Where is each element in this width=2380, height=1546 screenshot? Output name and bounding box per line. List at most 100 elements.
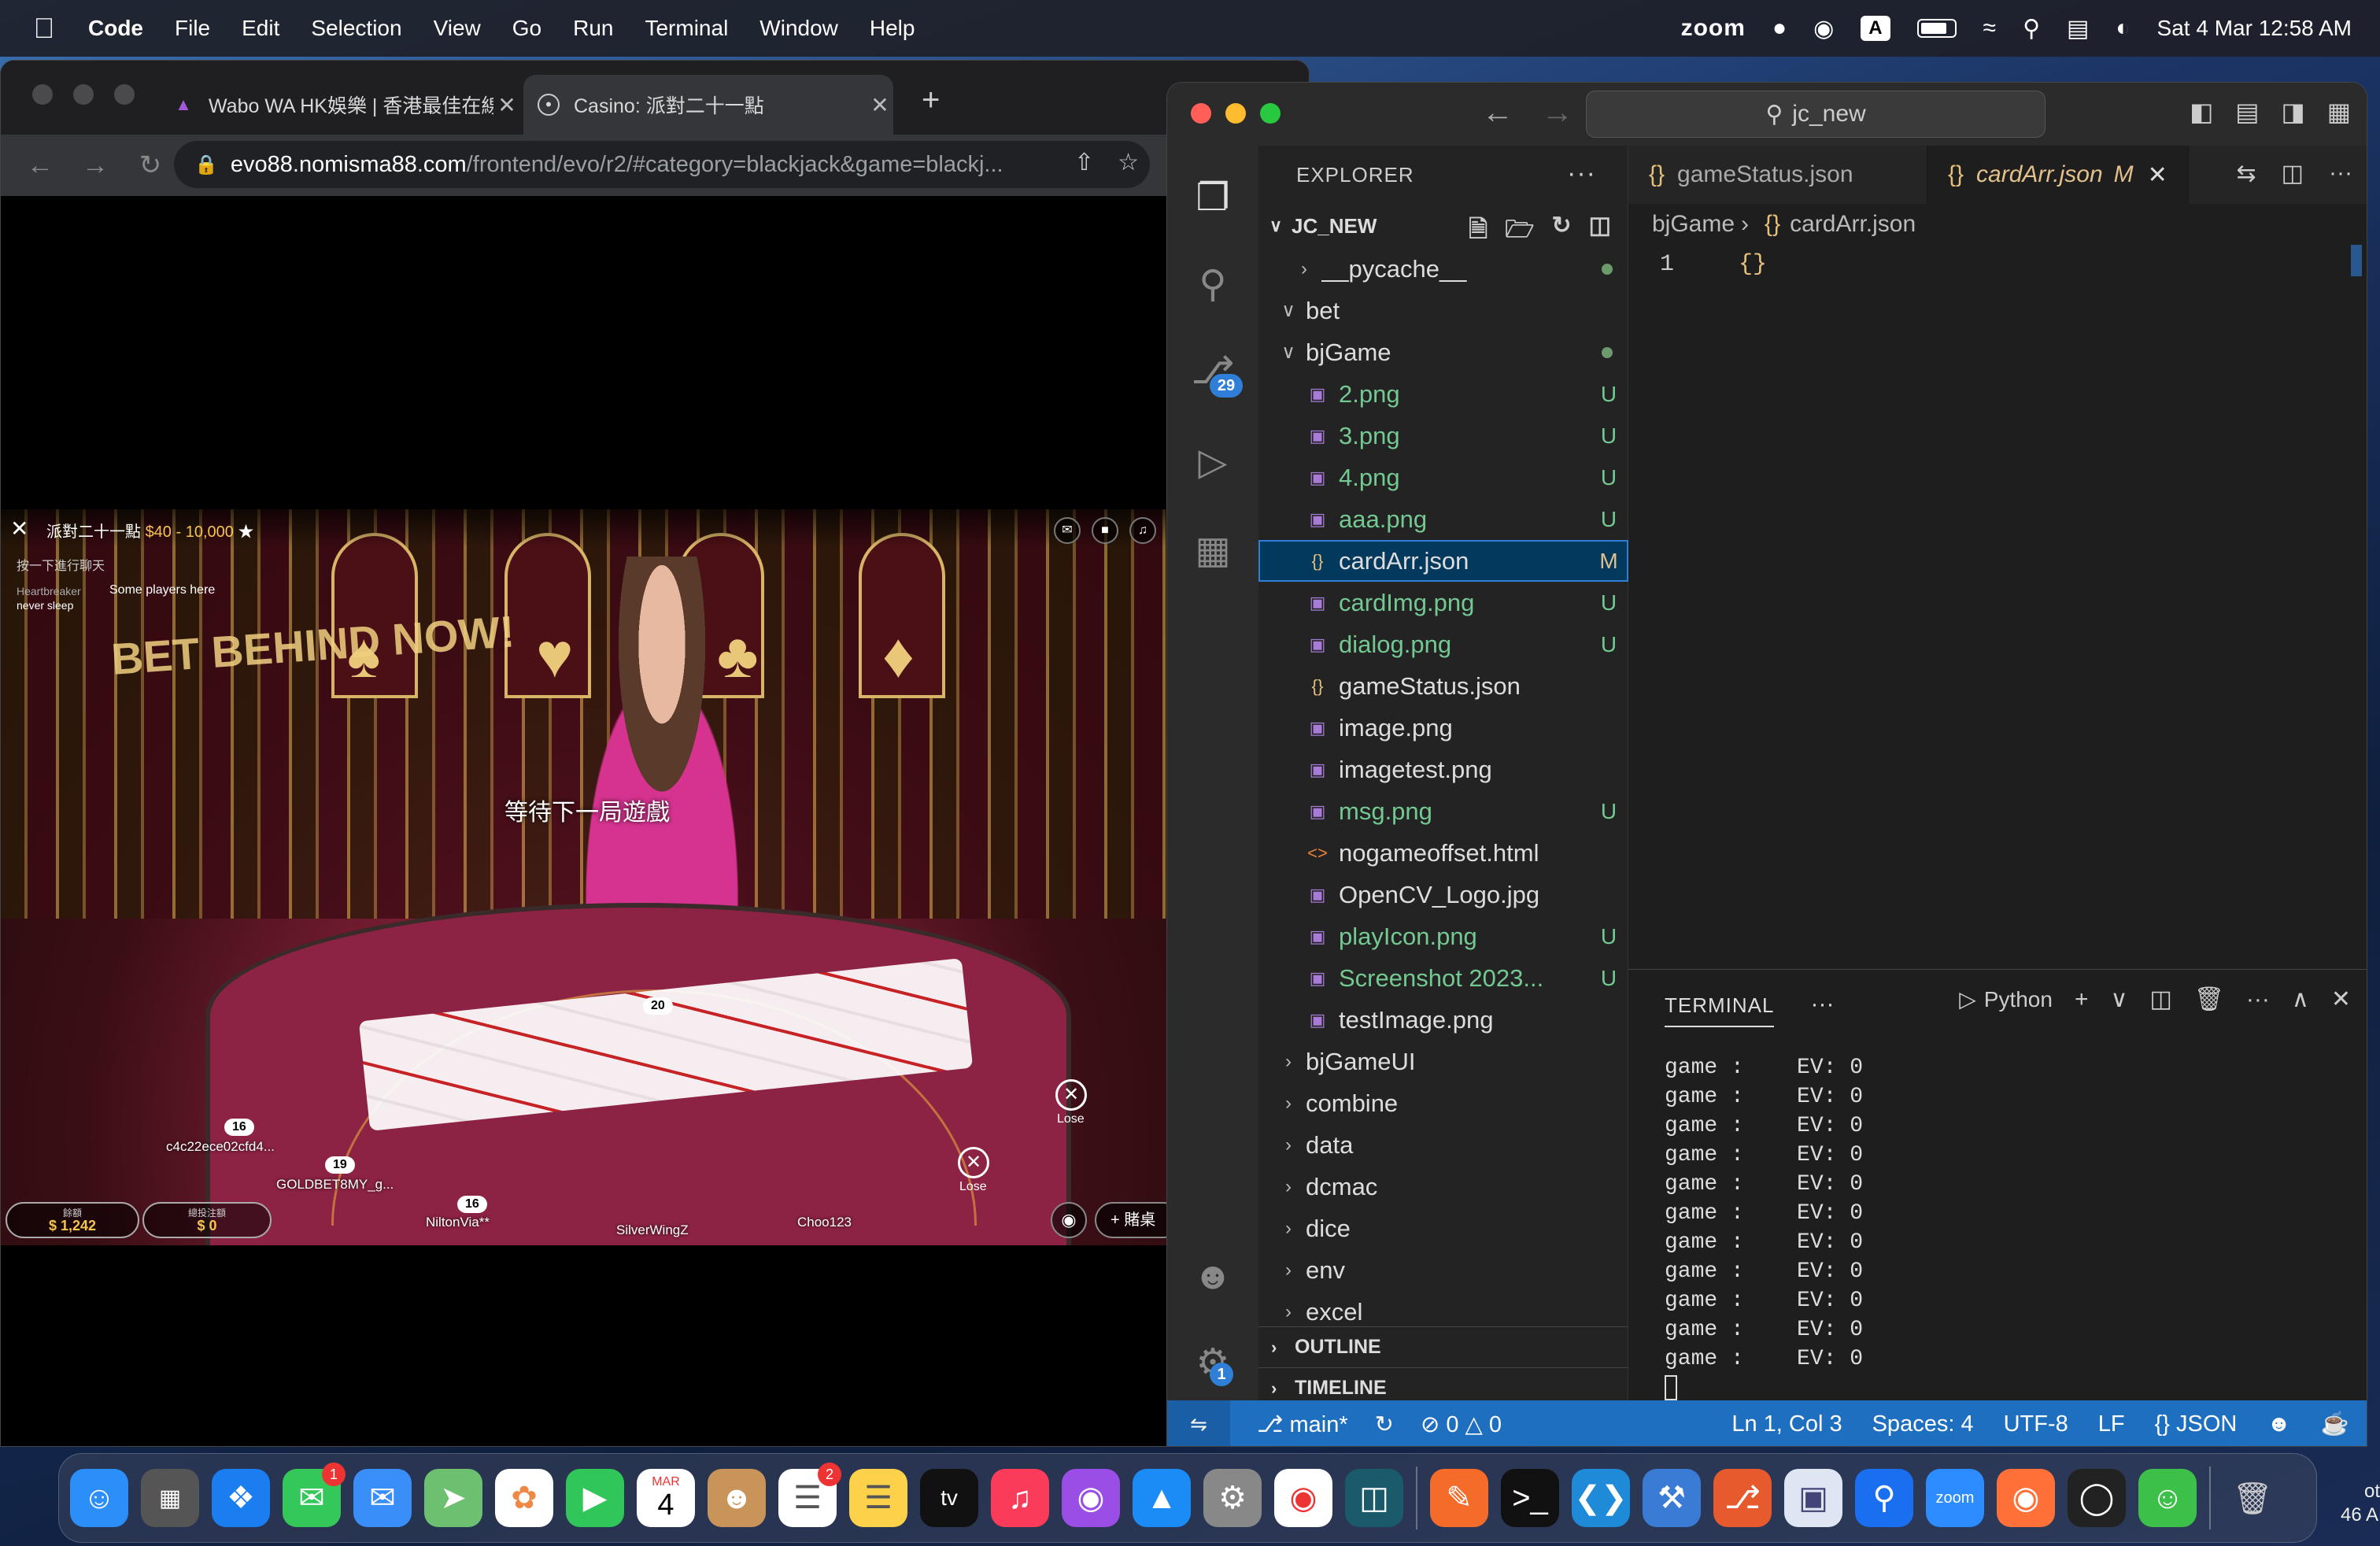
close-panel-icon[interactable]: ✕ [2331, 986, 2351, 1013]
command-center-search[interactable]: ⚲ jc_new [1586, 91, 2046, 138]
git-branch[interactable]: ⎇ main* [1257, 1411, 1348, 1438]
finder-icon[interactable]: ☺ [70, 1469, 128, 1527]
terminal-output[interactable]: game : EV: 0 game : EV: 0 game : EV: 0 game… [1665, 1053, 1863, 1403]
back-arrow-icon[interactable]: ← [24, 150, 56, 181]
reminders-icon[interactable]: ☰ 2 [778, 1463, 841, 1527]
close-window-button[interactable] [32, 84, 53, 105]
split-terminal-icon[interactable]: ◫ [2149, 986, 2171, 1013]
more-actions-icon[interactable]: ··· [2246, 986, 2270, 1013]
tree-item[interactable]: ∨ bjGame [1258, 331, 1628, 373]
browser-tab-casino[interactable]: • Casino: 派對二十一點 ✕ [523, 75, 893, 135]
tree-item[interactable]: ▣ 2.png U [1258, 373, 1628, 415]
tree-item[interactable]: ▣ testImage.png [1258, 999, 1628, 1041]
end-of-line[interactable]: LF [2098, 1411, 2125, 1437]
tree-item[interactable]: › dcmac [1258, 1166, 1628, 1208]
customize-layout-icon[interactable]: ▦ [2327, 97, 2351, 127]
terminal-profile[interactable]: ▷ Python [1959, 986, 2053, 1012]
pin-app-icon[interactable]: ⚲ [1855, 1469, 1913, 1527]
chevron-down-icon[interactable]: ∨ [2110, 986, 2127, 1013]
notes-icon[interactable]: ☰ [849, 1469, 907, 1527]
zoom-window-button[interactable] [1260, 103, 1281, 124]
minimize-window-button[interactable] [73, 84, 94, 105]
siri-icon[interactable]: ◐ [2116, 15, 2130, 42]
calendar-icon[interactable]: MAR 4 [637, 1469, 695, 1527]
menu-help[interactable]: Help [870, 16, 915, 41]
tree-item[interactable]: › dice [1258, 1208, 1628, 1249]
feedback-icon[interactable]: ☻ [2267, 1411, 2291, 1437]
url-bar[interactable]: 🔒 evo88.nomisma88.com/frontend/evo/r2/#c… [174, 141, 1150, 188]
menu-go[interactable]: Go [512, 16, 541, 41]
explorer-files-icon[interactable]: ❐ [1184, 169, 1241, 226]
menu-file[interactable]: File [175, 16, 210, 41]
tree-item[interactable]: ▣ dialog.png U [1258, 623, 1628, 665]
contacts-icon[interactable]: ☻ [708, 1469, 766, 1527]
tree-item[interactable]: {} cardArr.json M [1258, 540, 1628, 582]
photos-icon[interactable]: ✿ [495, 1469, 553, 1527]
music-icon[interactable]: ♫ [991, 1469, 1049, 1527]
menu-edit[interactable]: Edit [242, 16, 279, 41]
toggle-secondary-sidebar-icon[interactable]: ◨ [2282, 97, 2305, 127]
share-icon[interactable]: ⇧ [1074, 149, 1094, 176]
tree-item[interactable]: ∨ bet [1258, 290, 1628, 331]
mail-icon[interactable]: ✉ [353, 1469, 412, 1527]
more-actions-icon[interactable]: ··· [1567, 158, 1596, 189]
messages-icon[interactable]: ✉ 1 [283, 1463, 346, 1527]
maps-icon[interactable]: ➤ [424, 1469, 482, 1527]
terminal-icon[interactable]: >_ [1501, 1469, 1559, 1527]
tree-item[interactable]: {} gameStatus.json [1258, 665, 1628, 707]
tree-item[interactable]: › combine [1258, 1082, 1628, 1124]
chrome-icon[interactable]: ◉ [1274, 1469, 1332, 1527]
cursor-position[interactable]: Ln 1, Col 3 [1731, 1411, 1842, 1437]
run-debug-icon[interactable]: ▷ [1184, 434, 1241, 490]
reload-icon[interactable]: ↻ [135, 150, 166, 181]
trash-icon[interactable]: 🗑 [2194, 986, 2224, 1013]
tree-item[interactable]: ▣ 4.png U [1258, 457, 1628, 498]
tree-item[interactable]: ▣ OpenCV_Logo.jpg [1258, 874, 1628, 915]
close-tab-icon[interactable]: ✕ [2148, 161, 2168, 189]
tree-item[interactable]: › __pycache__ [1258, 248, 1628, 290]
close-tab-icon[interactable]: ✕ [493, 92, 520, 118]
tree-item[interactable]: ▣ cardImg.png U [1258, 582, 1628, 623]
wechat-status-icon[interactable]: ● [1772, 15, 1787, 42]
toggle-sidebar-icon[interactable]: ◧ [2190, 97, 2213, 127]
browser-tab-wabo[interactable]: ▲ Wabo WA HK娛樂 | 香港最佳在線 ✕ [158, 75, 520, 135]
close-game-icon[interactable]: ✕ [10, 516, 28, 542]
split-editor-icon[interactable]: ◫ [2282, 160, 2304, 187]
xcode-icon[interactable]: ⚒ [1643, 1469, 1701, 1527]
menu-run[interactable]: Run [573, 16, 613, 41]
tree-item[interactable]: ▣ image.png [1258, 707, 1628, 749]
bookmark-star-icon[interactable]: ☆ [1118, 149, 1139, 176]
forward-arrow-icon[interactable]: → [1542, 95, 1573, 131]
apple-icon[interactable]:  [28, 12, 60, 44]
more-actions-icon[interactable]: ··· [2329, 160, 2352, 187]
new-tab-plus-icon[interactable]: + [922, 83, 940, 118]
menu-terminal[interactable]: Terminal [645, 16, 728, 41]
zoom-app-icon[interactable]: zoom [1926, 1469, 1984, 1527]
extensions-icon[interactable]: ▦ [1184, 522, 1241, 579]
launchpad-icon[interactable]: ▦ [141, 1469, 199, 1527]
encoding[interactable]: UTF-8 [2004, 1411, 2068, 1437]
safari-icon[interactable]: ❖ [212, 1469, 270, 1527]
zoom-status-icon[interactable]: zoom [1681, 15, 1746, 42]
collapse-all-icon[interactable]: ◫ [1589, 212, 1611, 252]
problems-indicator[interactable]: ⊘ 0 △ 0 [1421, 1411, 1502, 1438]
sync-icon[interactable]: ↻ [1375, 1411, 1394, 1438]
back-arrow-icon[interactable]: ← [1482, 95, 1513, 131]
tree-item[interactable]: ▣ Screenshot 2023... U [1258, 957, 1628, 999]
more-panel-tabs-icon[interactable]: ··· [1810, 991, 1834, 1018]
refresh-icon[interactable]: ↻ [1552, 212, 1572, 252]
trash-icon[interactable]: 🗑 [2223, 1469, 2282, 1527]
outline-section[interactable]: › OUTLINE [1258, 1326, 1628, 1367]
podcasts-icon[interactable]: ◉ [1062, 1469, 1120, 1527]
zoom-window-button[interactable] [114, 84, 135, 105]
tree-item[interactable]: ▣ imagetest.png [1258, 749, 1628, 790]
new-folder-icon[interactable]: 🗁 [1505, 212, 1534, 252]
system-settings-icon[interactable]: ⚙ [1203, 1469, 1262, 1527]
chat-icon[interactable]: ✉ [1054, 517, 1081, 544]
workspace-root[interactable]: ∨ JC_NEW 🗎 🗁 ↻ ◫ [1258, 204, 1628, 248]
sound-icon[interactable]: ♫ [1129, 517, 1156, 544]
lock-icon[interactable]: 🔒 [194, 153, 218, 176]
breadcrumb-folder[interactable]: bjGame [1652, 211, 1735, 238]
vpn-status-icon[interactable]: ◉ [1813, 15, 1834, 43]
tree-item[interactable]: ▣ aaa.png U [1258, 498, 1628, 540]
